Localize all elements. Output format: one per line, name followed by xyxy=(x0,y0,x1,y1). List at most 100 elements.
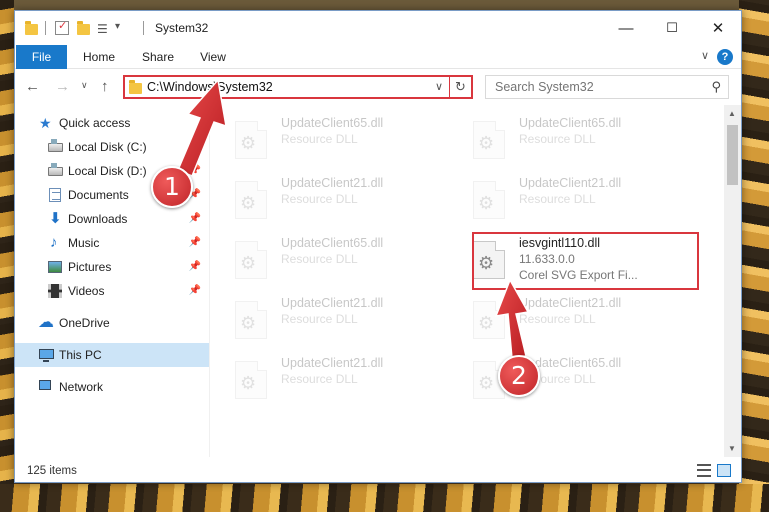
tab-share[interactable]: Share xyxy=(133,45,183,69)
rename-icon[interactable]: ☰ xyxy=(97,22,111,36)
sidebar-item-label: Downloads xyxy=(68,212,128,226)
file-type: Resource DLL xyxy=(281,132,358,146)
gear-icon: ⚙ xyxy=(478,313,495,333)
refresh-icon[interactable]: ↻ xyxy=(449,77,471,97)
sidebar-item-this-pc[interactable]: This PC xyxy=(15,343,209,367)
pane-divider[interactable] xyxy=(209,105,210,457)
sidebar-item-label: Documents xyxy=(68,188,129,202)
file-tile[interactable]: ⚙ UpdateClient21.dll Resource DLL xyxy=(211,291,441,341)
sidebar-item-label: Videos xyxy=(68,284,105,298)
vertical-scrollbar[interactable]: ▲ ▼ xyxy=(724,105,741,457)
help-icon[interactable]: ? xyxy=(717,49,733,65)
window-title: System32 xyxy=(155,21,209,35)
sidebar-item-label: Local Disk (D:) xyxy=(68,164,147,178)
separator xyxy=(45,21,46,35)
close-button[interactable]: ✕ xyxy=(695,11,741,45)
address-bar[interactable]: C:\Windows\System32 ∨ ↻ xyxy=(123,75,473,99)
scroll-down-arrow-icon[interactable]: ▼ xyxy=(728,444,736,453)
search-icon[interactable]: ⚲ xyxy=(711,79,721,95)
sidebar-item-label: This PC xyxy=(59,348,102,362)
file-name: UpdateClient65.dll xyxy=(281,116,384,130)
file-tile[interactable]: ⚙ UpdateClient21.dll Resource DLL xyxy=(211,351,441,401)
address-dropdown-chevron-icon[interactable]: ∨ xyxy=(435,80,443,93)
pin-icon: 📌 xyxy=(188,285,201,296)
new-folder-icon[interactable] xyxy=(77,21,90,35)
back-arrow-icon[interactable]: ← xyxy=(25,78,40,95)
drive-icon xyxy=(48,163,63,176)
gear-icon: ⚙ xyxy=(240,373,257,393)
pin-icon: 📌 xyxy=(188,237,201,248)
file-tile[interactable]: ⚙ UpdateClient21.dll Resource DLL xyxy=(449,291,679,341)
search-box[interactable]: ⚲ xyxy=(485,75,729,99)
step-2-badge: 2 xyxy=(498,355,540,397)
sidebar-item-label: Local Disk (C:) xyxy=(68,140,147,154)
sidebar-item-label: Music xyxy=(68,236,100,250)
sidebar-item-local-disk-c[interactable]: Local Disk (C:) 📌 xyxy=(15,135,209,159)
sidebar-item-onedrive[interactable]: ☁ OneDrive xyxy=(15,311,209,335)
pin-icon: 📌 xyxy=(188,261,201,272)
gear-icon: ⚙ xyxy=(478,133,495,153)
file-type: Resource DLL xyxy=(281,252,358,266)
file-type: Resource DLL xyxy=(281,192,358,206)
forward-arrow-icon[interactable]: → xyxy=(55,78,70,95)
sidebar-item-pictures[interactable]: Pictures 📌 xyxy=(15,255,209,279)
dll-file-icon: ⚙ xyxy=(473,181,505,219)
dll-file-icon: ⚙ xyxy=(235,241,267,279)
gear-icon: ⚙ xyxy=(240,253,257,273)
recent-locations-chevron-icon[interactable]: ∨ xyxy=(81,80,88,91)
address-path[interactable]: C:\Windows\System32 xyxy=(147,80,273,94)
scroll-thumb[interactable] xyxy=(727,125,738,185)
minimize-button[interactable]: — xyxy=(603,11,649,45)
pictures-icon xyxy=(48,261,62,273)
dll-file-icon: ⚙ xyxy=(235,361,267,399)
sidebar-item-label: Pictures xyxy=(68,260,112,274)
gear-icon: ⚙ xyxy=(478,193,495,213)
properties-icon[interactable]: ✓ xyxy=(55,20,69,35)
sidebar-item-videos[interactable]: Videos 📌 xyxy=(15,279,209,303)
dll-file-icon: ⚙ xyxy=(473,301,505,339)
target-file-highlight xyxy=(472,232,699,290)
gear-icon: ⚙ xyxy=(240,133,257,153)
dll-file-icon: ⚙ xyxy=(473,121,505,159)
sidebar-item-downloads[interactable]: ⬇ Downloads 📌 xyxy=(15,207,209,231)
file-name: UpdateClient65.dll xyxy=(281,236,384,250)
file-name: UpdateClient21.dll xyxy=(519,176,622,190)
file-tile[interactable]: ⚙ UpdateClient65.dll Resource DLL xyxy=(449,111,679,161)
file-tile[interactable]: ⚙ UpdateClient65.dll Resource DLL xyxy=(449,351,679,401)
details-view-icon[interactable] xyxy=(697,464,711,477)
customize-toolbar-chevron-icon[interactable]: ▾ xyxy=(115,21,129,35)
cloud-icon: ☁ xyxy=(38,314,54,331)
download-arrow-icon: ⬇ xyxy=(49,210,62,227)
maximize-button[interactable]: ☐ xyxy=(649,11,695,45)
tab-file[interactable]: File xyxy=(16,45,67,69)
up-arrow-icon[interactable]: ↑ xyxy=(101,78,109,95)
sidebar-item-label: OneDrive xyxy=(59,316,110,330)
tiles-view-icon[interactable] xyxy=(717,464,731,477)
file-tile[interactable]: ⚙ UpdateClient21.dll Resource DLL xyxy=(449,171,679,221)
drive-icon xyxy=(48,139,63,152)
file-tile[interactable]: ⚙ UpdateClient65.dll Resource DLL xyxy=(211,111,441,161)
tab-home[interactable]: Home xyxy=(73,45,125,69)
pin-icon: 📌 xyxy=(188,213,201,224)
navigation-pane: ★ Quick access Local Disk (C:) 📌 Local D… xyxy=(15,105,209,457)
file-name: UpdateClient65.dll xyxy=(519,116,622,130)
ribbon-expand-chevron-icon[interactable]: ∨ xyxy=(701,49,709,62)
star-icon: ★ xyxy=(39,115,52,131)
title-bar: ✓ ☰ ▾ System32 — ☐ ✕ xyxy=(15,11,741,45)
file-tile[interactable]: ⚙ UpdateClient65.dll Resource DLL xyxy=(211,231,441,281)
sidebar-item-label: Network xyxy=(59,380,104,394)
sidebar-item-label: Quick access xyxy=(59,116,131,130)
film-strip-icon xyxy=(48,284,62,298)
sidebar-item-network[interactable]: Network xyxy=(15,375,209,399)
tab-view[interactable]: View xyxy=(191,45,235,69)
file-name: UpdateClient21.dll xyxy=(281,356,384,370)
search-input[interactable] xyxy=(486,76,696,98)
file-type: Resource DLL xyxy=(281,312,358,326)
scroll-up-arrow-icon[interactable]: ▲ xyxy=(728,109,736,118)
file-tile[interactable]: ⚙ UpdateClient21.dll Resource DLL xyxy=(211,171,441,221)
computer-icon xyxy=(39,349,54,362)
dll-file-icon: ⚙ xyxy=(235,181,267,219)
music-note-icon: ♪ xyxy=(50,234,58,251)
sidebar-item-quick-access[interactable]: ★ Quick access xyxy=(15,111,209,135)
sidebar-item-music[interactable]: ♪ Music 📌 xyxy=(15,231,209,255)
